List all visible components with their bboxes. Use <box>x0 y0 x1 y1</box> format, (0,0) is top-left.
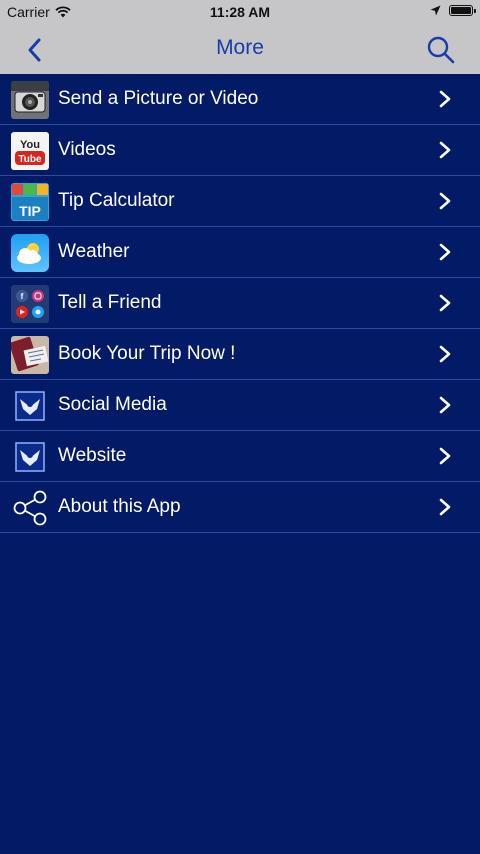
list-item-weather[interactable]: Weather <box>0 227 480 278</box>
list-item-videos[interactable]: You Tube Videos <box>0 125 480 176</box>
search-icon[interactable] <box>426 35 456 65</box>
location-arrow-icon <box>430 5 441 16</box>
share-icon <box>11 489 49 527</box>
list-item-label: Book Your Trip Now ! <box>58 343 236 364</box>
chevron-right-icon <box>439 192 451 210</box>
youtube-icon: You Tube <box>11 132 49 170</box>
list-item-label: Send a Picture or Video <box>58 88 259 109</box>
travel-booking-icon <box>11 336 49 374</box>
battery-icon <box>449 5 476 16</box>
list-item-website[interactable]: Website <box>0 431 480 482</box>
svg-text:Tube: Tube <box>18 154 42 165</box>
list-item-book-trip[interactable]: Book Your Trip Now ! <box>0 329 480 380</box>
chevron-right-icon <box>439 141 451 159</box>
chevron-right-icon <box>439 396 451 414</box>
more-menu-list: Send a Picture or Video You Tube Videos <box>0 74 480 533</box>
social-apps-icon: f <box>11 285 49 323</box>
list-item-label: Website <box>58 445 127 466</box>
tip-calculator-icon: TIP <box>11 183 49 221</box>
list-item-send-picture[interactable]: Send a Picture or Video <box>0 74 480 125</box>
eagle-logo-icon <box>11 387 49 425</box>
more-screen: Carrier 11:28 AM More Send a Picture or … <box>0 0 480 854</box>
list-item-label: About this App <box>58 496 181 517</box>
list-item-label: Tip Calculator <box>58 190 175 211</box>
chevron-right-icon <box>439 243 451 261</box>
status-bar: Carrier 11:28 AM <box>0 0 480 24</box>
page-title: More <box>216 36 264 59</box>
svg-text:You: You <box>20 139 40 151</box>
chevron-right-icon <box>439 345 451 363</box>
battery-level <box>451 7 471 14</box>
weather-icon <box>11 234 49 272</box>
chevron-right-icon <box>439 498 451 516</box>
navigation-bar: More <box>0 24 480 74</box>
svg-text:TIP: TIP <box>19 203 41 219</box>
chevron-right-icon <box>439 90 451 108</box>
list-item-label: Videos <box>58 139 116 160</box>
list-item-tip-calculator[interactable]: TIP Tip Calculator <box>0 176 480 227</box>
list-item-social-media[interactable]: Social Media <box>0 380 480 431</box>
list-item-label: Weather <box>58 241 130 262</box>
eagle-logo-icon <box>11 438 49 476</box>
list-item-tell-a-friend[interactable]: f Tell a Friend <box>0 278 480 329</box>
status-time: 11:28 AM <box>209 4 271 20</box>
svg-text:f: f <box>21 292 24 301</box>
camera-icon <box>11 81 49 119</box>
chevron-right-icon <box>439 294 451 312</box>
status-right <box>430 5 476 16</box>
chevron-right-icon <box>439 447 451 465</box>
list-item-label: Social Media <box>58 394 167 415</box>
list-item-label: Tell a Friend <box>58 292 162 313</box>
list-item-about-app[interactable]: About this App <box>0 482 480 533</box>
